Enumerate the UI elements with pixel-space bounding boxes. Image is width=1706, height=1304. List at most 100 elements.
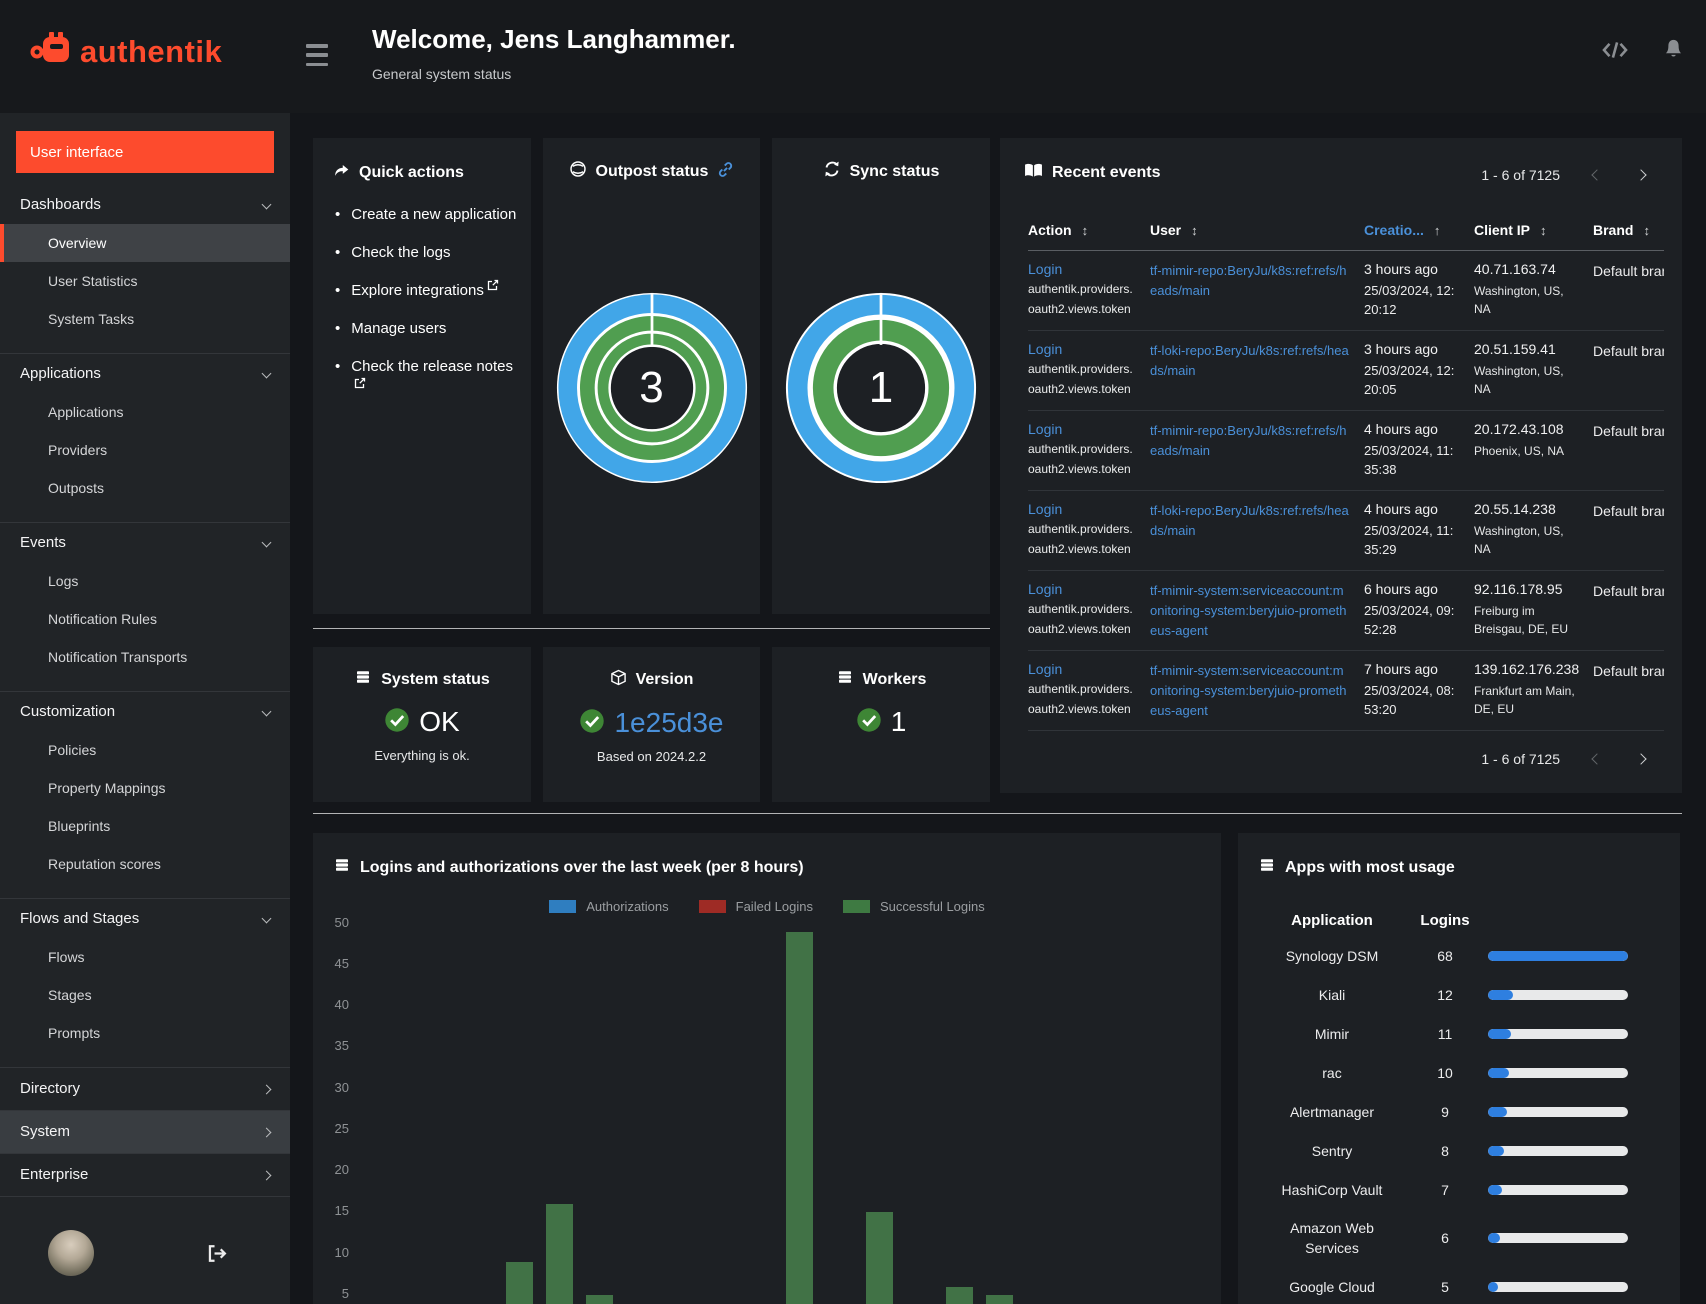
sync-count: 1 — [868, 363, 894, 412]
avatar[interactable] — [48, 1230, 94, 1276]
event-ip: 40.71.163.74 — [1474, 261, 1556, 277]
quick-action-explore-integrations[interactable]: • Explore integrations — [335, 279, 519, 302]
event-action-link[interactable]: Login — [1028, 501, 1136, 517]
sidebar-item-logs[interactable]: Logs — [0, 562, 290, 600]
event-user-link[interactable]: tf-mimir-system:serviceaccount:monitorin… — [1150, 581, 1350, 641]
outpost-status-title: Outpost status — [595, 162, 709, 180]
event-action-link[interactable]: Login — [1028, 341, 1136, 357]
event-user-link[interactable]: tf-mimir-system:serviceaccount:monitorin… — [1150, 661, 1350, 721]
sidebar-section-applications[interactable]: Applications — [0, 354, 290, 393]
event-location: Frankfurt am Main, DE, EU — [1474, 684, 1575, 716]
section-label: Dashboards — [20, 195, 101, 213]
page-title: Welcome, Jens Langhammer. — [372, 24, 736, 54]
events-pagination-bottom: 1 - 6 of 7125 — [1481, 746, 1656, 772]
column-header-creatio[interactable]: Creatio... ↑ — [1364, 222, 1460, 238]
quick-action-check-the-release-notes[interactable]: • Check the release notes — [335, 356, 519, 400]
app-usage-bar — [1488, 1028, 1628, 1039]
chevron-down-icon — [261, 913, 272, 924]
column-header-action[interactable]: Action ↕ — [1028, 222, 1136, 238]
column-header-user[interactable]: User ↕ — [1150, 222, 1350, 238]
quick-action-check-the-logs[interactable]: • Check the logs — [335, 242, 519, 264]
brand-name: authentik — [80, 33, 223, 69]
y-axis-tick: 40 — [334, 997, 349, 1013]
app-usage-bar-fill — [1488, 1028, 1511, 1039]
event-ip: 20.172.43.108 — [1474, 421, 1564, 437]
sidebar-section-dashboards[interactable]: Dashboards — [0, 185, 290, 224]
event-action-link[interactable]: Login — [1028, 581, 1136, 597]
logout-icon[interactable] — [205, 1243, 228, 1264]
quick-action-create-a-new-application[interactable]: • Create a new application — [335, 204, 519, 226]
event-action-cell: Login authentik.providers.oauth2.views.to… — [1028, 501, 1136, 562]
event-user-link[interactable]: tf-loki-repo:BeryJu/k8s:ref:refs/heads/m… — [1150, 501, 1350, 541]
sidebar-item-system[interactable]: System — [0, 1110, 290, 1153]
event-user-cell: tf-loki-repo:BeryJu/k8s:ref:refs/heads/m… — [1150, 501, 1350, 562]
sidebar-item-enterprise[interactable]: Enterprise — [0, 1153, 290, 1196]
app-name: rac — [1322, 1064, 1342, 1081]
apps-column-logins: Logins — [1420, 911, 1470, 929]
event-client-ip-cell: 40.71.163.74 Washington, US, NA — [1474, 261, 1579, 322]
sidebar-item-policies[interactable]: Policies — [0, 731, 290, 769]
pagination-prev-button[interactable] — [1582, 746, 1612, 772]
version-value-link[interactable]: 1e25d3e — [614, 707, 723, 739]
event-user-link[interactable]: tf-mimir-repo:BeryJu/k8s:ref:refs/heads/… — [1150, 421, 1350, 461]
notifications-bell-icon[interactable] — [1663, 38, 1684, 61]
package-box-icon — [610, 669, 627, 691]
event-user-link[interactable]: tf-mimir-repo:BeryJu/k8s:ref:refs/heads/… — [1150, 261, 1350, 301]
sidebar-item-reputation-scores[interactable]: Reputation scores — [0, 845, 290, 883]
sidebar-item-overview[interactable]: Overview — [0, 224, 290, 262]
pagination-next-button[interactable] — [1626, 162, 1656, 188]
app-usage-bar — [1488, 1145, 1628, 1156]
sidebar-item-prompts[interactable]: Prompts — [0, 1014, 290, 1052]
event-row: Login authentik.providers.oauth2.views.to… — [1028, 251, 1664, 331]
sidebar-item-system-tasks[interactable]: System Tasks — [0, 300, 290, 338]
column-header-brand[interactable]: Brand ↕ — [1593, 222, 1683, 238]
sidebar-section-events[interactable]: Events — [0, 523, 290, 562]
logins-chart-title: Logins and authorizations over the last … — [360, 858, 804, 876]
sidebar-item-outposts[interactable]: Outposts — [0, 469, 290, 507]
sidebar-item-notification-rules[interactable]: Notification Rules — [0, 600, 290, 638]
sidebar-section-flows-and-stages[interactable]: Flows and Stages — [0, 899, 290, 938]
quick-actions-title: Quick actions — [359, 164, 464, 181]
event-client-ip-cell: 92.116.178.95 Freiburg im Breisgau, DE, E… — [1474, 581, 1579, 642]
authentik-dashboard: authentik Welcome, Jens Langhammer. Gene… — [0, 0, 1706, 1304]
sidebar-item-user-statistics[interactable]: User Statistics — [0, 262, 290, 300]
sidebar-toggle-button[interactable] — [306, 44, 330, 66]
sidebar-item-applications[interactable]: Applications — [0, 393, 290, 431]
event-action-link[interactable]: Login — [1028, 661, 1136, 677]
column-label: User — [1150, 222, 1182, 238]
recent-events-card: Recent events 1 - 6 of 7125 Action ↕ User ↕… — [1000, 138, 1682, 793]
app-login-count: 9 — [1441, 1103, 1449, 1120]
sidebar-group-flows-and-stages: Flows and Stages Flows Stages Prompts — [0, 898, 290, 1067]
event-action-link[interactable]: Login — [1028, 421, 1136, 437]
sidebar-item-directory[interactable]: Directory — [0, 1067, 290, 1110]
quick-action-manage-users[interactable]: • Manage users — [335, 318, 519, 340]
app-usage-bar-fill — [1488, 1233, 1501, 1243]
sidebar-section-customization[interactable]: Customization — [0, 692, 290, 731]
pagination-prev-button[interactable] — [1582, 162, 1612, 188]
bar-successful-logins — [546, 1204, 573, 1304]
outpost-link-icon[interactable] — [717, 161, 734, 183]
sidebar-item-notification-transports[interactable]: Notification Transports — [0, 638, 290, 676]
pagination-next-button[interactable] — [1626, 746, 1656, 772]
sidebar-item-flows[interactable]: Flows — [0, 938, 290, 976]
column-header-client-ip[interactable]: Client IP ↕ — [1474, 222, 1579, 238]
sidebar-item-stages[interactable]: Stages — [0, 976, 290, 1014]
app-login-count: 12 — [1437, 986, 1453, 1003]
quick-action-label: Explore integrations — [351, 279, 499, 302]
event-action-link[interactable]: Login — [1028, 261, 1136, 277]
sidebar-item-blueprints[interactable]: Blueprints — [0, 807, 290, 845]
sidebar-group-events: Events Logs Notification Rules Notification… — [0, 522, 290, 691]
sidebar-item-property-mappings[interactable]: Property Mappings — [0, 769, 290, 807]
divider — [313, 628, 990, 629]
sidebar-item-providers[interactable]: Providers — [0, 431, 290, 469]
api-browser-icon[interactable] — [1601, 39, 1629, 61]
workers-title: Workers — [862, 670, 927, 688]
apps-usage-card: Apps with most usage Application Logins S… — [1238, 833, 1680, 1304]
event-row: Login authentik.providers.oauth2.views.to… — [1028, 411, 1664, 491]
event-user-cell: tf-loki-repo:BeryJu/k8s:ref:refs/heads/m… — [1150, 341, 1350, 402]
user-interface-button[interactable]: User interface — [16, 131, 274, 173]
event-user-link[interactable]: tf-loki-repo:BeryJu/k8s:ref:refs/heads/m… — [1150, 341, 1350, 381]
app-usage-bar — [1488, 1106, 1628, 1117]
app-login-count: 10 — [1437, 1064, 1453, 1081]
sort-icon: ↕ — [1081, 223, 1089, 238]
